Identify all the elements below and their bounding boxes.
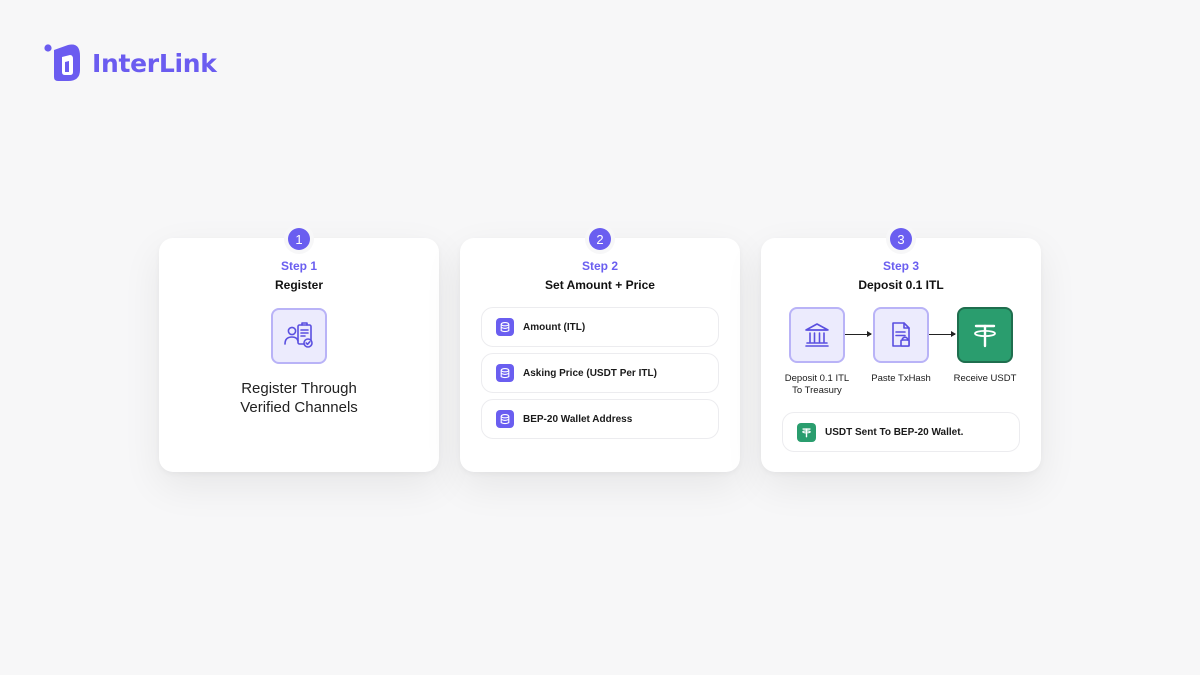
document-lock-icon — [873, 307, 929, 363]
step-number-badge: 1 — [288, 228, 310, 250]
flow-label-deposit-line-2: To Treasury — [792, 385, 842, 396]
step-card-register: 1 Step 1 Register Register Through Verif… — [159, 228, 439, 472]
flow-label-paste-txhash: Paste TxHash — [871, 373, 931, 384]
bank-icon — [789, 307, 845, 363]
step-title: Deposit 0.1 ITL — [858, 278, 944, 292]
step-number-badge: 3 — [890, 228, 912, 250]
step-card-set-amount: 2 Step 2 Set Amount + Price Amount (ITL)… — [460, 228, 740, 472]
tether-icon — [797, 422, 816, 442]
wallet-address-field: BEP-20 Wallet Address — [481, 399, 719, 439]
tether-icon — [957, 307, 1013, 363]
usdt-sent-note-text: USDT Sent To BEP-20 Wallet. — [825, 426, 964, 438]
database-icon — [496, 410, 514, 428]
step-card-deposit: 3 Step 3 Deposit 0.1 ITL Deposit 0.1 ITL… — [761, 228, 1041, 472]
flow-label-deposit-line-1: Deposit 0.1 ITL — [784, 373, 850, 384]
database-icon — [496, 318, 514, 336]
asking-price-field-label: Asking Price (USDT Per ITL) — [523, 367, 657, 379]
flow-label-receive-usdt: Receive USDT — [953, 373, 1017, 384]
wallet-address-field-label: BEP-20 Wallet Address — [523, 413, 633, 425]
register-description: Register Through Verified Channels — [159, 379, 439, 417]
usdt-sent-note: USDT Sent To BEP-20 Wallet. — [782, 412, 1020, 452]
amount-field: Amount (ITL) — [481, 307, 719, 347]
asking-price-field: Asking Price (USDT Per ITL) — [481, 353, 719, 393]
step-label: Step 2 — [581, 259, 618, 273]
step-title: Set Amount + Price — [545, 278, 655, 292]
interlink-logo-icon — [44, 44, 80, 81]
brand-logo: InterLink — [42, 42, 217, 84]
amount-field-label: Amount (ITL) — [523, 321, 586, 333]
step-number-badge: 2 — [589, 228, 611, 250]
flow-arrow — [929, 331, 956, 337]
step-label: Step 1 — [280, 259, 317, 273]
database-icon — [496, 364, 514, 382]
flow-arrow — [845, 331, 872, 337]
step-title: Register — [274, 278, 324, 292]
step-label: Step 3 — [882, 259, 919, 273]
registration-clipboard-icon — [271, 308, 327, 364]
brand-name: InterLink — [92, 48, 217, 78]
register-description-line-2: Verified Channels — [240, 399, 358, 416]
register-description-line-1: Register Through — [241, 380, 357, 397]
flow-label-deposit: Deposit 0.1 ITL To Treasury — [775, 373, 859, 397]
